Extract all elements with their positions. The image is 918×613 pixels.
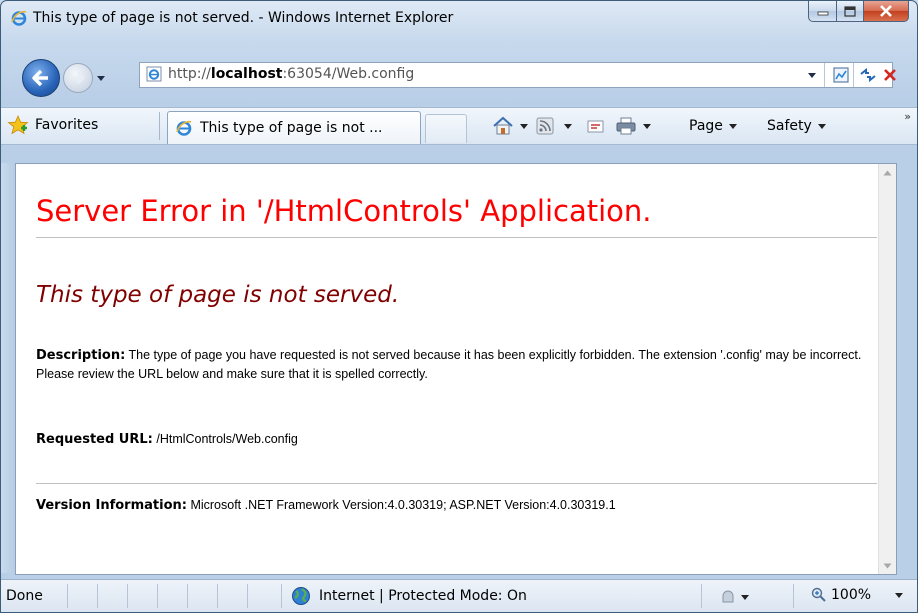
print-icon [616,117,636,135]
close-button[interactable] [864,1,909,22]
back-arrow-icon [32,69,48,87]
tab-label: This type of page is not ... [200,120,383,136]
error-heading: Server Error in '/HtmlControls' Applicat… [36,194,652,228]
forward-arrow-icon [73,72,85,84]
vertical-scrollbar[interactable] [878,164,896,574]
safety-menu[interactable]: Safety [767,117,826,135]
forward-button[interactable] [63,63,93,93]
toolbar-overflow-chevron[interactable]: » [904,110,911,123]
status-separator [793,584,794,608]
read-mail-icon [587,120,604,133]
scroll-up-arrow-icon [883,170,892,175]
address-bar[interactable]: http://localhost:63054/Web.config [139,62,896,88]
error-subheading: This type of page is not served. [36,282,400,308]
description-label: Description: [36,348,126,363]
address-separator [853,63,854,87]
home-icon [493,116,513,135]
address-dropdown-icon[interactable] [806,70,818,80]
scroll-down-button[interactable] [879,557,896,574]
page-dropdown-icon [728,123,737,129]
globe-icon [292,587,310,605]
status-separator [187,584,188,608]
recent-pages-dropdown[interactable] [95,73,107,83]
status-separator [157,584,158,608]
status-bar: Done Internet | Protected Mode: On 100% [1,579,917,612]
feeds-icon [536,117,554,135]
version-label: Version Information: [36,498,187,513]
page-viewport[interactable]: Server Error in '/HtmlControls' Applicat… [15,163,897,575]
minimize-button[interactable] [808,1,837,22]
favorites-label: Favorites [35,117,99,133]
status-separator [247,584,248,608]
zoom-dropdown-icon[interactable] [895,592,904,598]
status-separator [127,584,128,608]
status-text: Done [6,588,43,604]
status-separator [217,584,218,608]
print-dropdown-icon[interactable] [643,123,651,129]
page-menu-label: Page [689,118,723,134]
close-icon [880,5,892,17]
window-title: This type of page is not served. - Windo… [33,10,454,26]
error-page: Server Error in '/HtmlControls' Applicat… [16,164,879,574]
favorites-separator [159,112,160,140]
maximize-icon [844,5,856,17]
home-button[interactable] [492,116,528,135]
back-button[interactable] [22,59,60,97]
favorites-star-icon [7,115,29,135]
requested-url-block: Requested URL: /HtmlControls/Web.config [36,430,866,449]
scroll-down-arrow-icon [883,563,892,568]
maximize-button[interactable] [837,1,864,22]
feeds-button[interactable] [536,117,572,135]
version-block: Version Information: Microsoft .NET Fram… [36,496,866,515]
security-zone-label: Internet | Protected Mode: On [319,588,527,604]
url-rest: :63054/Web.config [282,66,415,82]
status-separator [67,584,68,608]
page-ie-icon [146,66,162,82]
compatibility-view-icon[interactable] [832,66,850,84]
favorites-button[interactable]: Favorites [7,114,98,136]
safety-dropdown-icon [817,123,826,129]
refresh-icon[interactable] [859,66,877,84]
description-block: Description: The type of page you have r… [36,346,866,384]
scroll-up-button[interactable] [879,164,896,181]
feeds-dropdown-icon[interactable] [564,123,572,129]
requested-url-value: /HtmlControls/Web.config [156,432,298,446]
stop-icon[interactable] [881,66,899,84]
ie-logo-icon [176,120,192,136]
security-zone[interactable]: Internet | Protected Mode: On [291,587,527,605]
new-tab-button[interactable] [425,114,467,143]
address-separator [824,63,825,87]
heading-divider [36,237,877,238]
zoom-icon [811,587,826,602]
description-text: The type of page you have requested is n… [36,348,862,381]
minimize-icon [817,11,828,16]
version-value: Microsoft .NET Framework Version:4.0.303… [190,498,616,512]
url-prefix: http:// [168,66,211,82]
status-separator [701,584,702,608]
command-bar: Favorites This type of page is not ... P… [1,107,917,145]
caption-buttons [808,1,909,22]
zoom-control[interactable]: 100% [811,586,904,604]
home-dropdown-icon[interactable] [520,123,528,129]
version-divider [36,483,877,484]
safety-menu-label: Safety [767,118,812,134]
status-separator [281,584,282,608]
read-mail-button[interactable] [586,117,606,135]
url-text[interactable]: http://localhost:63054/Web.config [168,66,414,82]
ie-logo-icon [11,10,27,26]
print-button[interactable] [615,117,651,135]
title-bar[interactable]: This type of page is not served. - Windo… [1,1,917,35]
add-on-button[interactable] [721,589,751,608]
page-menu[interactable]: Page [689,117,737,135]
requested-url-label: Requested URL: [36,432,153,447]
left-frame [1,163,15,573]
ie-window: This type of page is not served. - Windo… [0,0,918,613]
url-host: localhost [210,66,283,82]
zoom-level: 100% [831,587,872,603]
status-separator [97,584,98,608]
add-on-icon [722,590,749,603]
tab-active[interactable]: This type of page is not ... [167,111,421,144]
